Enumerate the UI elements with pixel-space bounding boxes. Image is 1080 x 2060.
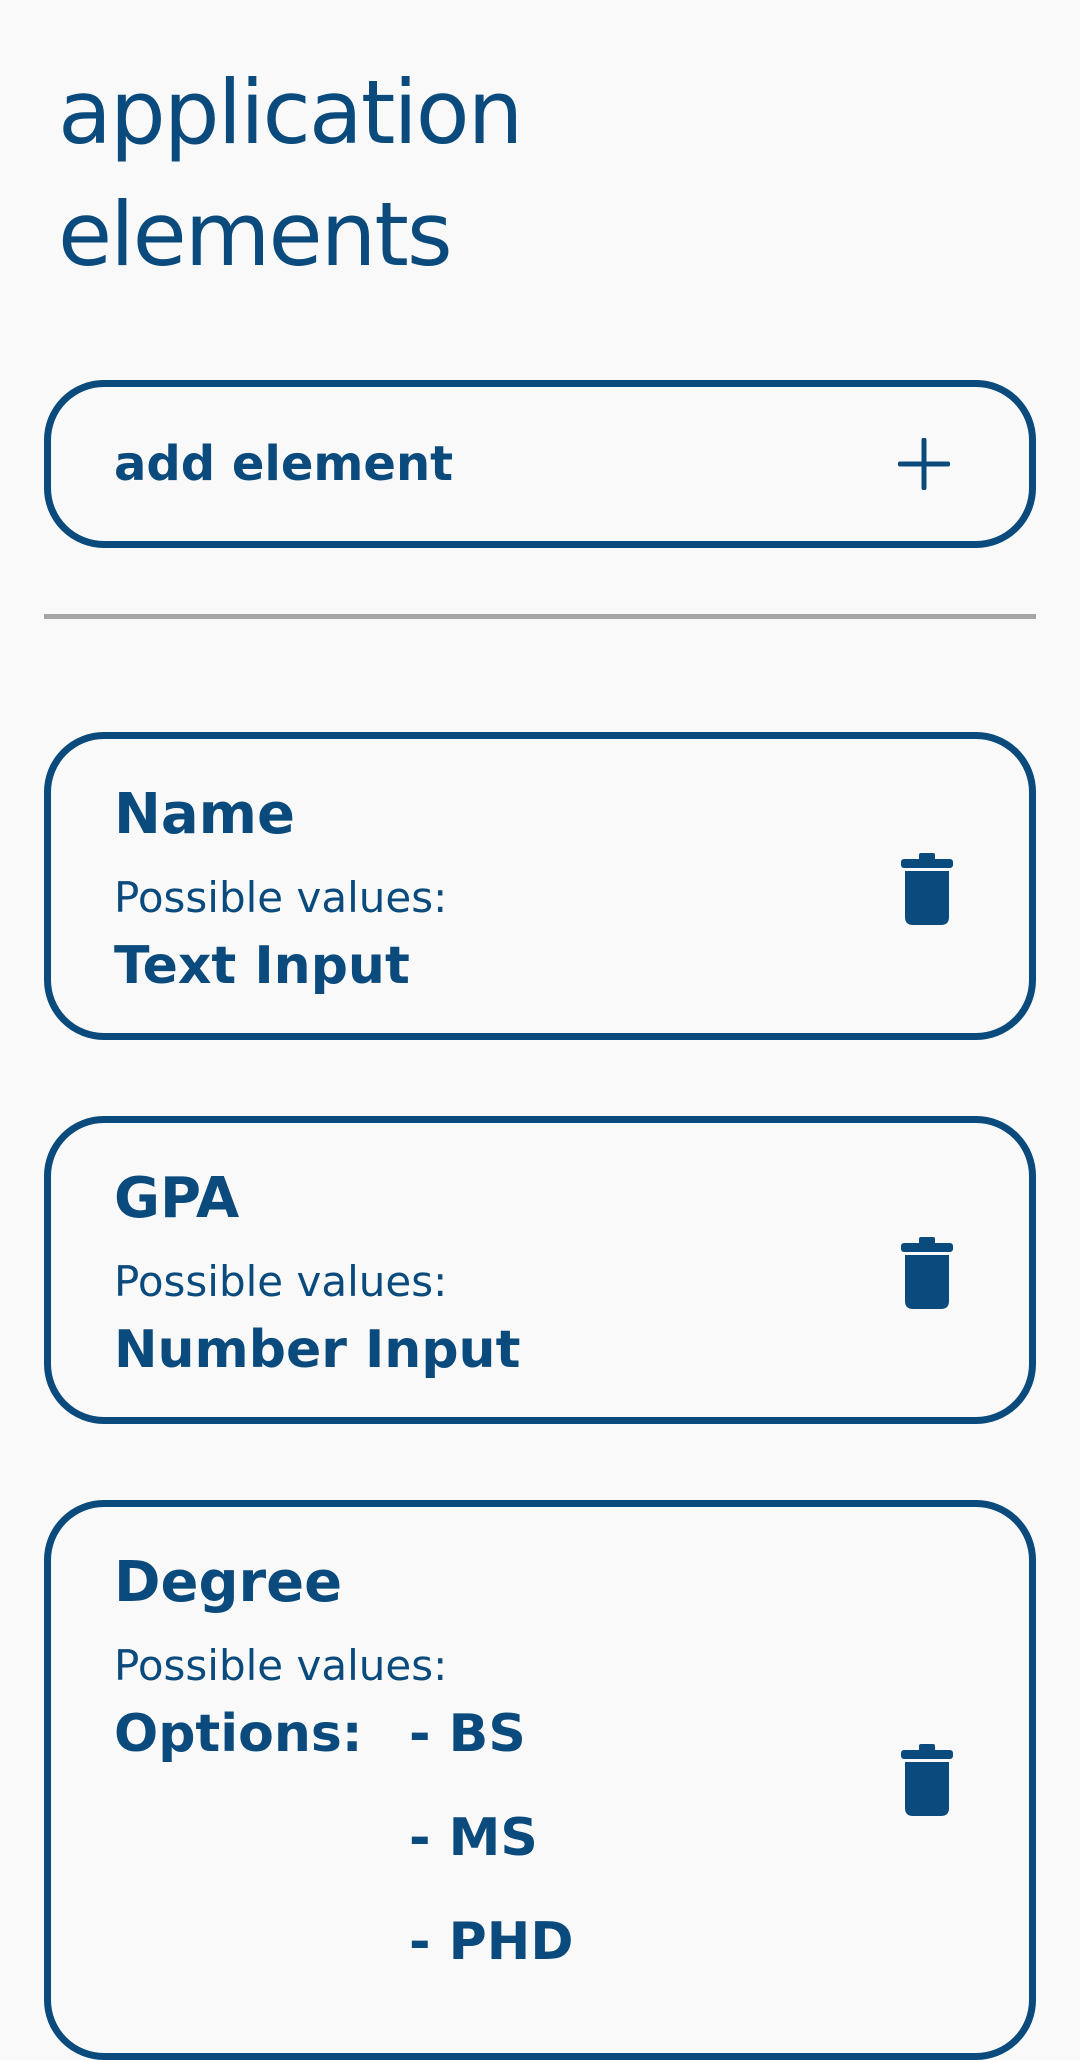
possible-values-label: Possible values: [114,1641,448,1690]
option-item: - PHD [409,1912,574,1972]
delete-button[interactable] [899,1742,955,1818]
element-name: Degree [114,1550,343,1615]
element-name: GPA [114,1166,240,1231]
element-card-gpa: GPA Possible values: Number Input [44,1116,1036,1424]
element-type: Options: [114,1704,363,1764]
add-element-label: add element [114,436,454,492]
divider [44,614,1036,619]
possible-values-label: Possible values: [114,1257,448,1306]
element-card-name: Name Possible values: Text Input [44,732,1036,1040]
page-title: application elements [58,52,523,296]
delete-button[interactable] [899,1235,955,1311]
option-item: - MS [409,1808,538,1868]
element-type: Text Input [114,936,410,996]
element-card-degree: Degree Possible values: Options: - BS - … [44,1500,1036,2060]
delete-button[interactable] [899,851,955,927]
page-title-line-2: elements [58,183,453,286]
option-item: - BS [409,1704,526,1764]
trash-icon [899,1742,955,1818]
plus-icon [897,437,951,491]
trash-icon [899,1235,955,1311]
element-type: Number Input [114,1320,521,1380]
add-element-button[interactable]: add element [44,380,1036,548]
possible-values-label: Possible values: [114,873,448,922]
page-title-line-1: application [58,61,523,164]
element-name: Name [114,782,295,847]
trash-icon [899,851,955,927]
